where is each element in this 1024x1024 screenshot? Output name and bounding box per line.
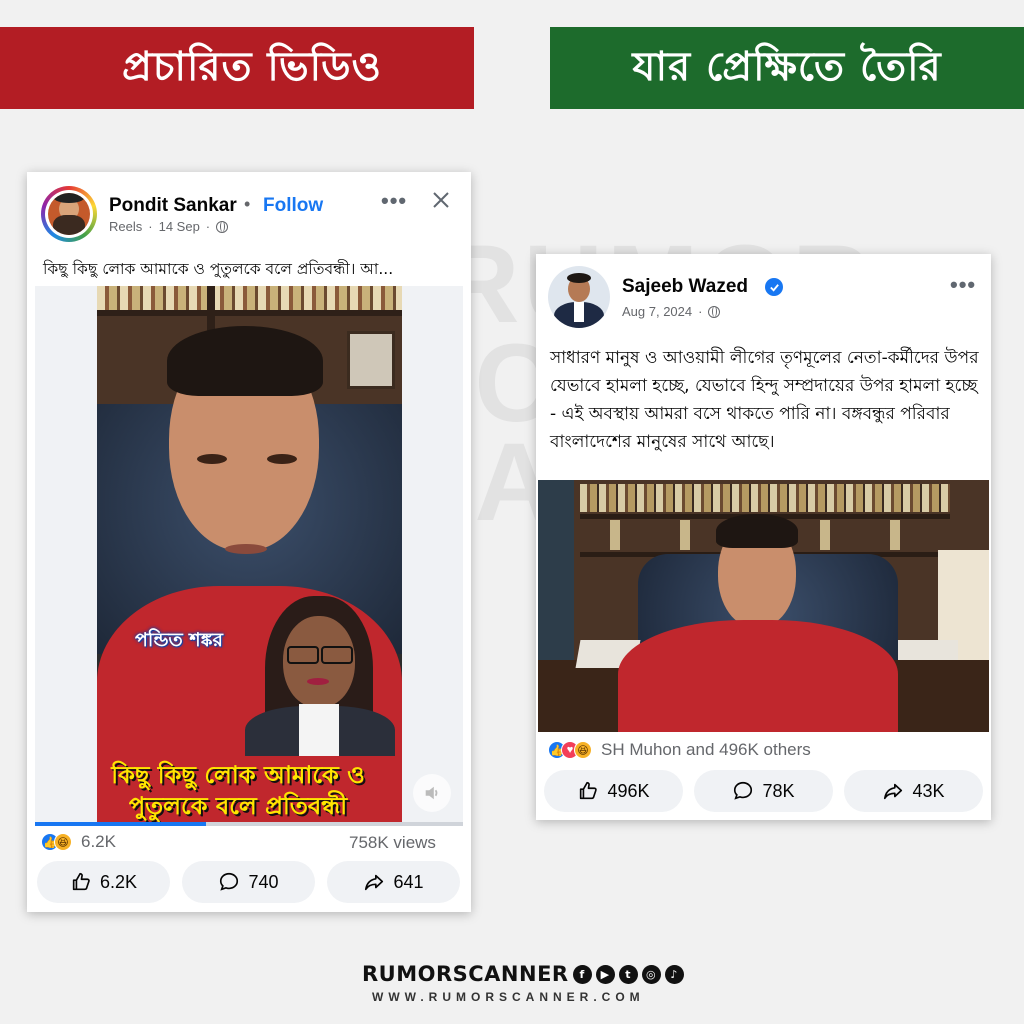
comment-icon xyxy=(734,781,753,800)
reaction-text: SH Muhon and 496K others xyxy=(601,740,811,759)
like-count: 496K xyxy=(607,780,650,801)
close-icon[interactable] xyxy=(431,190,453,212)
share-icon xyxy=(884,783,903,800)
video-overlay-name: পন্ডিত শঙ্কর xyxy=(135,629,223,651)
left-comment-button[interactable]: 740 xyxy=(182,861,315,903)
left-avatar[interactable] xyxy=(41,186,97,242)
banner-shared-video: প্রচারিত ভিডিও xyxy=(0,27,474,109)
mute-button[interactable] xyxy=(413,774,451,812)
video-progress-bar[interactable] xyxy=(35,822,463,826)
follow-separator: • xyxy=(244,194,251,214)
speaker-icon xyxy=(425,786,438,800)
left-share-button[interactable]: 641 xyxy=(327,861,460,903)
left-post-card: Pondit Sankar • Follow ••• Reels · 14 Sep… xyxy=(27,172,471,912)
right-comment-button[interactable]: 78K xyxy=(694,770,833,812)
post-type: Reels xyxy=(109,219,143,234)
twitter-icon[interactable]: t xyxy=(618,964,638,984)
brand-name: RUMORSCANNER xyxy=(362,962,569,986)
footer-url[interactable]: WWW.RUMORSCANNER.COM xyxy=(372,990,645,1004)
like-count: 6.2K xyxy=(99,871,138,892)
right-like-button[interactable]: 496K xyxy=(544,770,683,812)
share-icon xyxy=(365,874,384,891)
post-image[interactable] xyxy=(538,480,989,732)
facebook-icon[interactable]: f xyxy=(572,964,592,984)
right-post-caption: সাধারণ মানুষ ও আওয়ামী লীগের তৃণমূলের নে… xyxy=(550,348,979,452)
post-date[interactable]: Aug 7, 2024 xyxy=(622,304,692,319)
right-avatar[interactable] xyxy=(548,266,610,328)
right-author-name[interactable]: Sajeeb Wazed xyxy=(622,276,748,298)
tiktok-icon[interactable]: ♪ xyxy=(664,964,684,984)
banner-original-context: যার প্রেক্ষিতে তৈরি xyxy=(550,27,1024,109)
right-post-card: Sajeeb Wazed ••• Aug 7, 2024 · সাধারণ মান… xyxy=(536,254,991,820)
left-post-caption: কিছু কিছু লোক আমাকে ও পুতুলকে বলে প্রতিব… xyxy=(43,260,394,278)
video-subtitle: কিছু কিছু লোক আমাকে ও পুতুলকে বলে প্রতিব… xyxy=(97,756,402,826)
reel-video-player[interactable]: পন্ডিত শঙ্কর কিছু কিছু লোক আমাকে ও পুতুল… xyxy=(35,286,463,826)
haha-reaction-icon: 😆 xyxy=(54,833,72,851)
left-like-button[interactable]: 6.2K xyxy=(37,861,170,903)
like-icon xyxy=(72,872,90,891)
comment-icon xyxy=(220,872,239,891)
comment-count: 78K xyxy=(762,780,795,801)
comment-count: 740 xyxy=(248,871,279,892)
share-count: 43K xyxy=(912,780,945,801)
instagram-icon[interactable]: ◎ xyxy=(641,964,661,984)
views-count: 758K views xyxy=(349,833,436,852)
right-post-meta: Aug 7, 2024 · xyxy=(622,304,721,319)
youtube-icon[interactable]: ▶ xyxy=(595,964,615,984)
right-share-button[interactable]: 43K xyxy=(844,770,983,812)
verified-badge-icon xyxy=(765,278,783,296)
post-date[interactable]: 14 Sep xyxy=(159,219,200,234)
globe-icon xyxy=(708,305,721,318)
share-count: 641 xyxy=(393,871,424,892)
video-frame: পন্ডিত শঙ্কর কিছু কিছু লোক আমাকে ও পুতুল… xyxy=(97,286,402,826)
reaction-count: 6.2K xyxy=(81,832,116,851)
left-reactions-summary[interactable]: 👍 😆 6.2K xyxy=(41,832,116,852)
left-more-options-icon[interactable]: ••• xyxy=(381,188,407,214)
globe-icon xyxy=(216,220,229,233)
haha-reaction-icon: 😆 xyxy=(574,741,592,759)
right-more-options-icon[interactable]: ••• xyxy=(950,272,976,298)
right-reactions-summary[interactable]: 👍 ♥ 😆 SH Muhon and 496K others xyxy=(548,740,811,760)
follow-button[interactable]: Follow xyxy=(263,195,323,217)
left-post-meta: Reels · 14 Sep · xyxy=(109,219,229,234)
left-author-name[interactable]: Pondit Sankar xyxy=(109,195,237,217)
rumorscanner-logo: RUMORSCANNER f ▶ t ◎ ♪ xyxy=(362,962,684,986)
like-icon xyxy=(580,781,598,800)
